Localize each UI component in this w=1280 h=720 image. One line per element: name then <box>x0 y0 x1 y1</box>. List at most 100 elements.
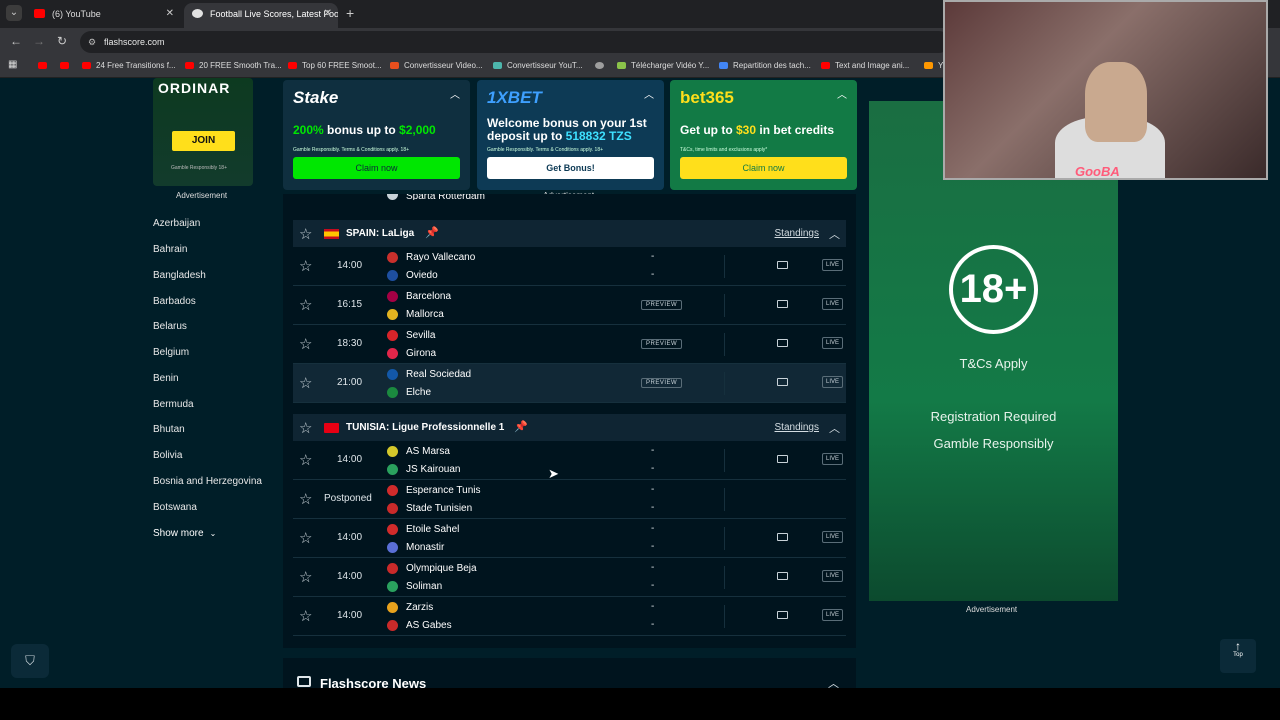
country-link[interactable]: Barbados <box>153 296 196 307</box>
league-name[interactable]: SPAIN: LaLiga <box>346 228 414 239</box>
preview-button[interactable]: PREVIEW <box>641 339 683 349</box>
country-link[interactable]: Azerbaijan <box>153 218 200 229</box>
country-link[interactable]: Bhutan <box>153 424 185 435</box>
tv-icon[interactable] <box>777 261 788 269</box>
show-more-link[interactable]: Show more ⌄ <box>153 528 216 539</box>
chevron-up-icon[interactable]: ︿ <box>828 675 839 688</box>
live-button[interactable]: LIVE <box>822 531 844 543</box>
match-row[interactable]: ☆ 21:00 Real Sociedad Elche PREVIEW LIVE <box>293 364 846 403</box>
star-icon[interactable]: ☆ <box>299 419 312 437</box>
match-row[interactable]: ☆ 14:00 Olympique Beja Soliman - - LIVE <box>293 558 846 597</box>
bookmark-item[interactable]: Y <box>924 61 943 70</box>
match-row[interactable]: ☆ 14:00 Zarzis AS Gabes - - LIVE <box>293 597 846 636</box>
flashscore-news-section[interactable]: Flashscore News ︿ <box>283 658 856 688</box>
star-icon[interactable]: ☆ <box>299 225 312 243</box>
star-icon[interactable]: ☆ <box>299 335 312 353</box>
star-icon[interactable]: ☆ <box>299 490 312 508</box>
star-icon[interactable]: ☆ <box>299 374 312 392</box>
star-icon[interactable]: ☆ <box>299 451 312 469</box>
preview-button[interactable]: PREVIEW <box>641 300 683 310</box>
ad-join-button[interactable]: JOIN <box>172 131 235 151</box>
bookmark-item[interactable]: Repartition des tach... <box>719 61 811 70</box>
scroll-to-top-button[interactable]: ↑ Top <box>1220 639 1256 673</box>
section-title: Flashscore News <box>320 676 427 688</box>
standings-link[interactable]: Standings <box>775 422 819 433</box>
bookmark-item[interactable]: 24 Free Transitions f... <box>82 61 176 70</box>
chevron-up-icon[interactable]: ︿ <box>644 86 654 101</box>
left-advertisement[interactable]: ORDINAR JOIN Gamble Responsibly 18+ <box>153 78 253 186</box>
tv-icon[interactable] <box>777 339 788 347</box>
bookmark-item[interactable]: Convertisseur Video... <box>390 61 483 70</box>
chevron-up-icon[interactable]: ︿ <box>837 86 847 101</box>
country-link[interactable]: Benin <box>153 373 179 384</box>
match-row[interactable]: ☆ 14:00 AS Marsa JS Kairouan - - LIVE <box>293 441 846 480</box>
address-bar[interactable]: ⚙ flashscore.com <box>80 31 950 53</box>
country-link[interactable]: Botswana <box>153 502 197 513</box>
back-arrow-icon[interactable]: ← <box>10 34 22 48</box>
pin-icon[interactable]: 📌 <box>514 420 528 433</box>
shield-check-icon[interactable]: ⛉ <box>11 644 49 678</box>
star-icon[interactable]: ☆ <box>299 568 312 586</box>
browser-tab-youtube[interactable]: (6) YouTube ✕ <box>26 3 180 28</box>
match-row[interactable]: ☆ Postponed Esperance Tunis Stade Tunisi… <box>293 480 846 519</box>
tv-icon[interactable] <box>777 455 788 463</box>
live-button[interactable]: LIVE <box>822 376 844 388</box>
site-info-icon[interactable]: ⚙ <box>88 31 96 53</box>
stake-banner[interactable]: Stake ︿ 200% bonus up to $2,000 Gamble R… <box>283 80 470 190</box>
chevron-up-icon[interactable]: ︿ <box>450 86 460 101</box>
country-link[interactable]: Bangladesh <box>153 270 206 281</box>
browser-tab-flashscore[interactable]: Football Live Scores, Latest Foo ✕ <box>184 3 338 28</box>
bookmark-item[interactable]: Convertisseur YouT... <box>493 61 583 70</box>
tv-icon[interactable] <box>777 378 788 386</box>
country-link[interactable]: Bosnia and Herzegovina <box>153 476 262 487</box>
chevron-up-icon[interactable]: ︿ <box>829 420 840 436</box>
live-button[interactable]: LIVE <box>822 337 844 349</box>
match-row[interactable]: ☆ 16:15 Barcelona Mallorca PREVIEW LIVE <box>293 286 846 325</box>
apps-grid-icon[interactable]: ▦ <box>8 59 17 70</box>
close-tab-icon[interactable]: ✕ <box>166 3 174 25</box>
forward-arrow-icon[interactable]: → <box>33 34 45 48</box>
chevron-up-icon[interactable]: ︿ <box>829 226 840 242</box>
tab-search-chevron-icon[interactable]: ⌄ <box>6 5 22 21</box>
preview-button[interactable]: PREVIEW <box>641 378 683 388</box>
star-icon[interactable]: ☆ <box>299 296 312 314</box>
match-row[interactable]: ☆ 14:00 Rayo Vallecano Oviedo - - LIVE <box>293 247 846 286</box>
league-header-tunisia[interactable]: ☆ TUNISIA: Ligue Professionnelle 1 📌 Sta… <box>293 414 846 441</box>
1xbet-banner[interactable]: 1XBET ︿ Welcome bonus on your 1st deposi… <box>477 80 664 190</box>
country-link[interactable]: Bolivia <box>153 450 182 461</box>
league-header-laliga[interactable]: ☆ SPAIN: LaLiga 📌 Standings ︿ <box>293 220 846 247</box>
live-button[interactable]: LIVE <box>822 570 844 582</box>
ad-headline: ORDINAR <box>158 80 231 96</box>
bookmark-item[interactable]: Text and Image ani... <box>821 61 909 70</box>
standings-link[interactable]: Standings <box>775 228 819 239</box>
star-icon[interactable]: ☆ <box>299 257 312 275</box>
new-tab-plus-icon[interactable]: + <box>346 5 354 21</box>
bookmark-item[interactable]: 20 FREE Smooth Tra... <box>185 61 282 70</box>
live-button[interactable]: LIVE <box>822 298 844 310</box>
country-link[interactable]: Belgium <box>153 347 189 358</box>
bet365-banner[interactable]: bet365 ︿ Get up to $30 in bet credits T&… <box>670 80 857 190</box>
star-icon[interactable]: ☆ <box>299 529 312 547</box>
country-link[interactable]: Bermuda <box>153 399 194 410</box>
tv-icon[interactable] <box>777 611 788 619</box>
tv-icon[interactable] <box>777 572 788 580</box>
live-button[interactable]: LIVE <box>822 609 844 621</box>
match-row[interactable]: ☆ 14:00 Etoile Sahel Monastir - - LIVE <box>293 519 846 558</box>
live-button[interactable]: LIVE <box>822 453 844 465</box>
match-row[interactable]: ☆ 18:30 Sevilla Girona PREVIEW LIVE <box>293 325 846 364</box>
close-tab-icon[interactable]: ✕ <box>324 3 332 25</box>
pin-icon[interactable]: 📌 <box>425 226 439 239</box>
claim-now-button[interactable]: Claim now <box>293 157 460 179</box>
reload-icon[interactable]: ↻ <box>57 34 67 48</box>
country-link[interactable]: Bahrain <box>153 244 187 255</box>
claim-now-button[interactable]: Claim now <box>680 157 847 179</box>
live-button[interactable]: LIVE <box>822 259 844 271</box>
tv-icon[interactable] <box>777 300 788 308</box>
star-icon[interactable]: ☆ <box>299 607 312 625</box>
get-bonus-button[interactable]: Get Bonus! <box>487 157 654 179</box>
tv-icon[interactable] <box>777 533 788 541</box>
league-name[interactable]: TUNISIA: Ligue Professionnelle 1 <box>346 422 504 433</box>
bookmark-item[interactable]: Top 60 FREE Smoot... <box>288 61 382 70</box>
bookmark-item[interactable]: Télécharger Vidéo Y... <box>617 61 709 70</box>
country-link[interactable]: Belarus <box>153 321 187 332</box>
